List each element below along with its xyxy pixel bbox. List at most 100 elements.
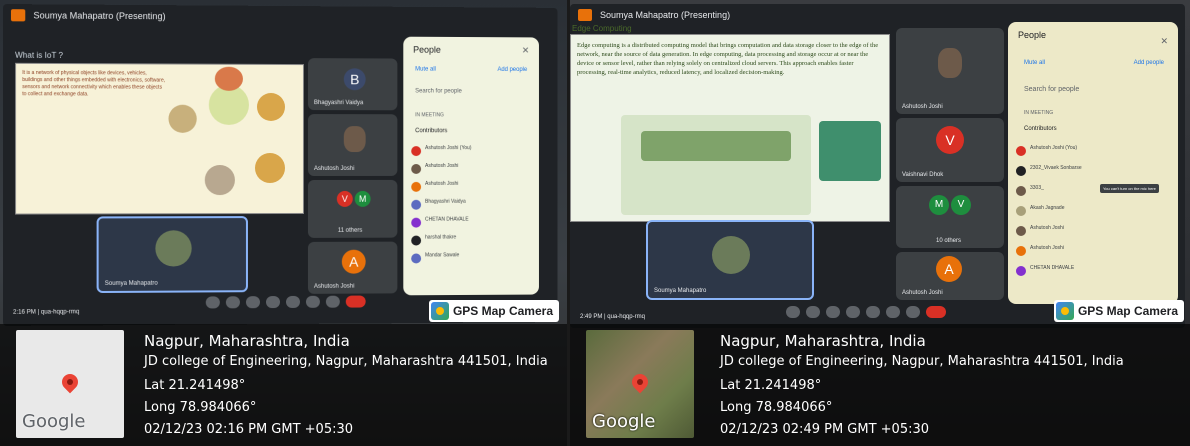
participant-row[interactable]: Ashutosh Joshi (You) [1016,144,1170,160]
camera-button[interactable] [806,306,820,318]
participant-tile[interactable]: B Bhagyashri Vaidya [307,58,398,111]
diagram-node-icon [256,92,285,122]
captions-button[interactable] [826,306,840,318]
gps-badge-label: GPS Map Camera [1077,304,1178,318]
self-view-tile[interactable]: Soumya Mahapatro [646,220,814,300]
diagram-node-icon [168,104,197,133]
self-name: Soumya Mahapatro [104,280,158,287]
close-icon[interactable]: ✕ [522,45,529,56]
emoji-button[interactable] [265,296,281,309]
gps-city: Nagpur, Maharashtra, India [720,332,926,350]
participant-count: 10 others [936,238,962,244]
leave-call-button[interactable] [926,306,946,318]
gps-info-overlay: Google Nagpur, Maharashtra, India JD col… [0,324,567,446]
contributors-header[interactable]: Contributors [1024,126,1057,132]
search-input[interactable]: Search for people [1024,86,1079,93]
participant-name: Ashutosh Joshi [313,165,355,172]
photo-left: Soumya Mahapatro (Presenting) What is Io… [0,0,567,446]
panel-title: People [1018,30,1047,40]
people-panel: People ✕ Mute all Add people Search for … [1008,22,1178,304]
contributors-header[interactable]: Contributors [415,128,447,134]
camera-button[interactable] [225,296,240,309]
avatar: B [343,68,366,91]
participant-tile[interactable]: M V 10 others [896,186,1004,248]
presentation-slide: Edge computing is a distributed computin… [570,34,890,222]
participant-row[interactable]: CHETAN DHAVALE [1016,264,1170,280]
avatar-group: V M [336,190,372,208]
monitor-screen: Soumya Mahapatro (Presenting) What is Io… [2,4,558,326]
mic-tooltip: You can't turn on the mic here [1100,184,1159,193]
self-view-tile[interactable]: Soumya Mahapatro [96,216,248,294]
more-options-button[interactable] [325,295,340,308]
participant-name: Vaishnavi Dhok [902,172,944,178]
gps-longitude: Long 78.984066° [720,400,833,415]
section-label: IN MEETING [415,112,444,119]
diagram-node-icon [204,165,235,196]
meeting-controls [205,295,366,309]
participant-tile[interactable]: A Ashutosh Joshi [307,241,398,294]
captions-button[interactable] [245,296,260,309]
self-avatar [155,230,192,267]
participant-row[interactable]: Mandar Sawale [411,251,531,267]
present-button[interactable] [285,295,300,308]
participant-name: Ashutosh Joshi [902,104,943,110]
participant-tile[interactable]: V Vaishnavi Dhok [896,118,1004,182]
participant-row[interactable]: CHETAN DHAVALE [411,215,531,231]
people-panel: People ✕ Mute all Add people Search for … [403,36,539,296]
participant-row[interactable]: harshal thakre [411,233,531,249]
participant-row[interactable]: Ashutosh Joshi [411,162,531,178]
gps-info-overlay: Google Nagpur, Maharashtra, India JD col… [570,324,1190,446]
meeting-controls [786,306,946,318]
gps-camera-badge: GPS Map Camera [1053,300,1184,322]
participant-row[interactable]: Bhagyashri Vaidya [411,198,531,214]
add-people-button[interactable]: Add people [497,67,527,73]
gps-datetime: 02/12/23 02:49 PM GMT +05:30 [720,422,930,437]
gps-datetime: 02/12/23 02:16 PM GMT +05:30 [144,422,354,437]
meeting-title: Soumya Mahapatro (Presenting) [33,10,166,22]
participant-count: 11 others [337,227,363,234]
mute-all-button[interactable]: Mute all [1024,60,1045,66]
map-pin-icon [628,370,652,394]
participant-tile[interactable]: A Ashutosh Joshi [896,252,1004,300]
participant-row[interactable]: Ashutosh Joshi (You) [411,144,531,160]
gps-city: Nagpur, Maharashtra, India [144,332,350,350]
gps-address: JD college of Engineering, Nagpur, Mahar… [720,354,1124,369]
self-avatar [712,236,750,274]
participant-row[interactable]: 2302_Vivaek Sonbarse [1016,164,1170,180]
map-thumbnail: Google [586,330,694,438]
participant-row[interactable]: Ashutosh Joshi [1016,224,1170,240]
participant-tile[interactable]: V M 11 others [307,179,398,238]
search-input[interactable]: Search for people [415,88,462,94]
more-options-button[interactable] [906,306,920,318]
emoji-button[interactable] [846,306,860,318]
participant-name: Ashutosh Joshi [902,290,943,296]
gps-longitude: Long 78.984066° [144,400,257,415]
leave-call-button[interactable] [345,295,366,308]
participant-tile[interactable]: Ashutosh Joshi [896,28,1004,114]
presentation-slide: It is a network of physical objects like… [15,62,304,215]
participant-tile[interactable]: Ashutosh Joshi [307,114,398,176]
mute-all-button[interactable]: Mute all [415,67,436,73]
participant-row[interactable]: Akash Jagnade [1016,204,1170,220]
raise-hand-button[interactable] [305,295,320,308]
diagram-node-icon [254,152,285,184]
edge-diagram [621,115,811,215]
gps-address: JD college of Engineering, Nagpur, Mahar… [144,354,548,369]
participant-row[interactable]: Ashutosh Joshi [1016,244,1170,260]
participant-name: Ashutosh Joshi [313,283,355,290]
monitor-screen: Soumya Mahapatro (Presenting) Edge Compu… [570,4,1185,328]
gps-latitude: Lat 21.241498° [720,378,822,393]
present-button[interactable] [866,306,880,318]
participant-row[interactable]: Ashutosh Joshi [411,180,531,196]
meeting-title: Soumya Mahapatro (Presenting) [600,10,731,20]
google-logo: Google [592,411,656,432]
mic-button[interactable] [205,296,220,309]
close-icon[interactable]: ✕ [1160,36,1168,47]
diagram-node-icon [214,66,243,91]
avatar [343,126,366,153]
raise-hand-button[interactable] [886,306,900,318]
add-people-button[interactable]: Add people [1134,60,1164,66]
panel-title: People [413,44,441,55]
mic-button[interactable] [786,306,800,318]
self-name: Soumya Mahapatro [654,288,707,294]
